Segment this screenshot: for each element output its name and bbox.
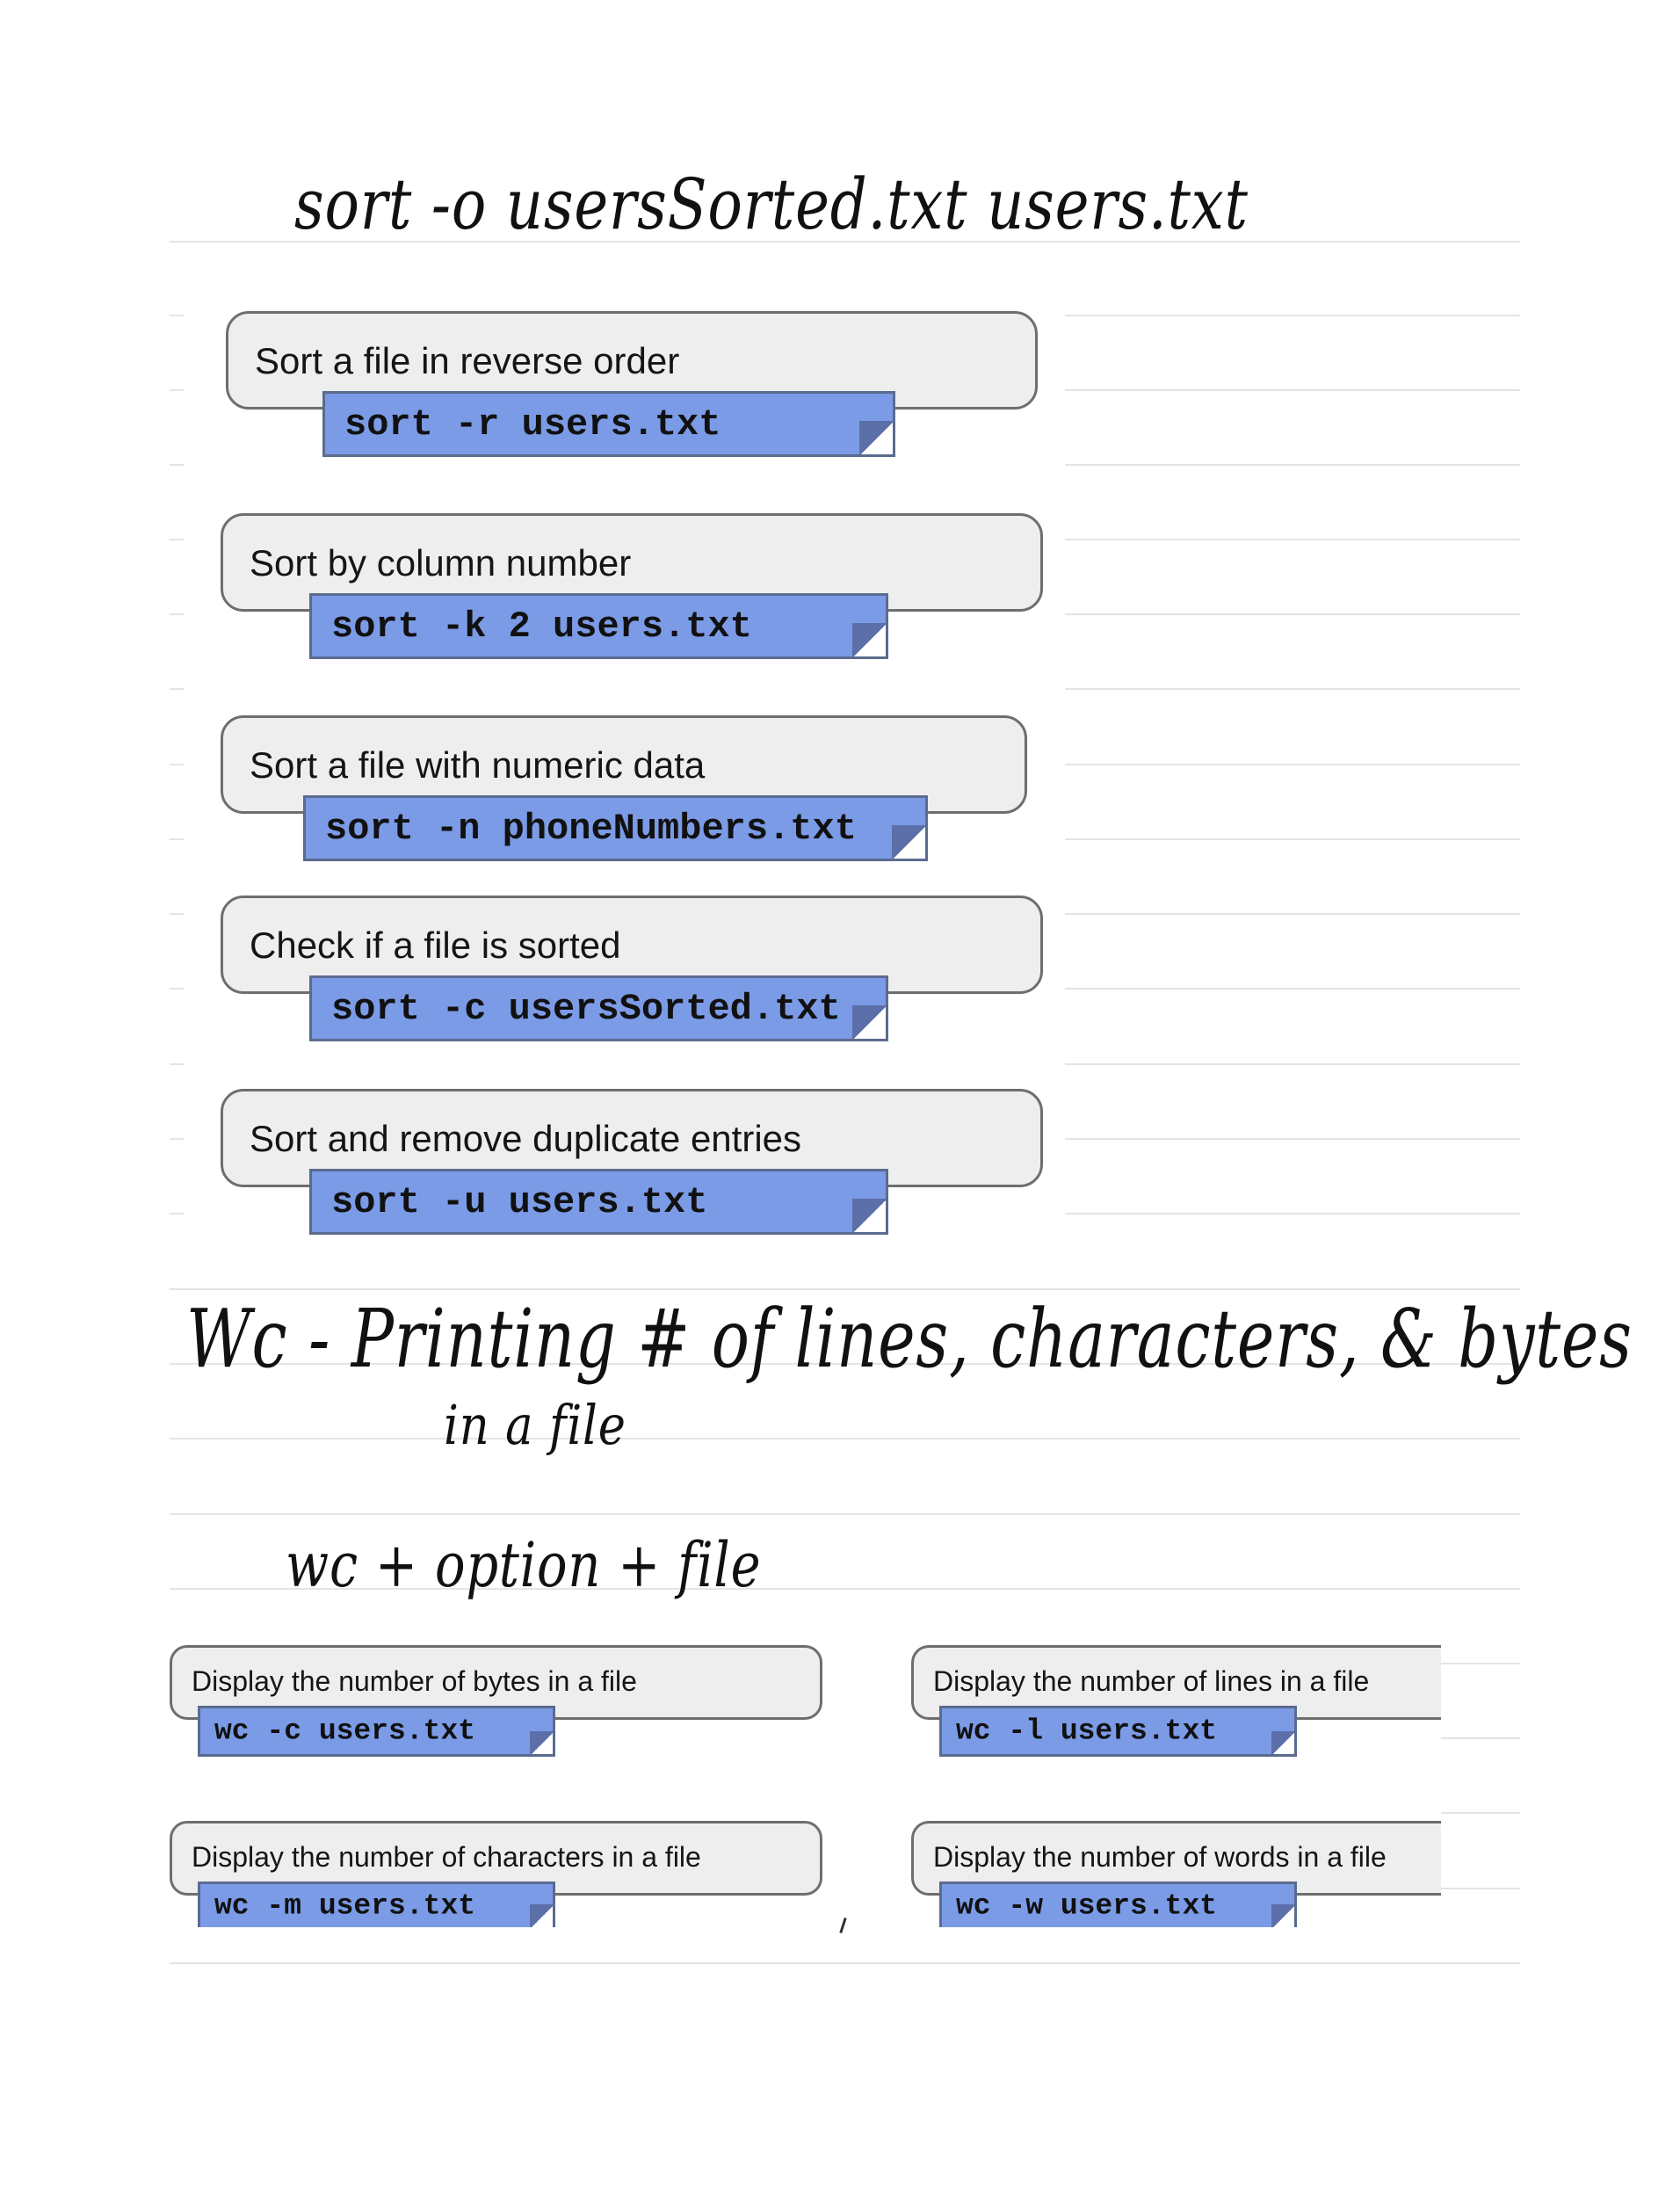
sort-command-text: sort -k 2 users.txt bbox=[331, 605, 752, 648]
ruled-line bbox=[1441, 1737, 1520, 1739]
sort-card-description: Sort and remove duplicate entries bbox=[250, 1118, 802, 1159]
folded-corner-icon bbox=[530, 1731, 553, 1754]
folded-corner-icon bbox=[852, 1005, 886, 1039]
sort-card-description: Sort by column number bbox=[250, 542, 632, 584]
wc-command-tag-bytes: wc -c users.txt bbox=[198, 1706, 555, 1757]
ruled-line bbox=[170, 1962, 1520, 1964]
folded-corner-icon bbox=[852, 1199, 886, 1232]
wc-command-text: wc -l users.txt bbox=[956, 1715, 1218, 1748]
folded-corner-icon bbox=[1271, 1731, 1294, 1754]
ruled-line bbox=[170, 1513, 1520, 1515]
folded-corner-icon bbox=[859, 421, 893, 454]
ruled-line bbox=[1065, 315, 1520, 316]
ruled-line bbox=[1065, 389, 1520, 391]
ruled-line bbox=[170, 315, 184, 316]
ruled-line bbox=[1441, 1812, 1520, 1814]
pen-stray-mark bbox=[839, 1917, 847, 1934]
wc-card-description: Display the number of lines in a file bbox=[933, 1665, 1370, 1697]
sort-command-tag-column: sort -k 2 users.txt bbox=[309, 593, 888, 659]
sort-command-text: sort -u users.txt bbox=[331, 1180, 708, 1223]
handwritten-sort-output-command: sort -o usersSorted.txt users.txt bbox=[294, 163, 1249, 245]
sort-command-tag-check: sort -c usersSorted.txt bbox=[309, 975, 888, 1041]
wc-card-description: Display the number of bytes in a file bbox=[192, 1665, 637, 1697]
ruled-line bbox=[1065, 1138, 1520, 1140]
ruled-line bbox=[1065, 688, 1520, 690]
wc-command-tag-lines: wc -l users.txt bbox=[939, 1706, 1297, 1757]
sort-card-description: Sort a file with numeric data bbox=[250, 744, 706, 786]
ruled-line bbox=[1065, 764, 1520, 765]
ruled-line bbox=[1065, 613, 1520, 615]
ruled-line bbox=[1065, 913, 1520, 915]
ruled-line bbox=[170, 913, 184, 915]
sort-command-tag-numeric: sort -n phoneNumbers.txt bbox=[303, 795, 928, 861]
ruled-line bbox=[170, 838, 184, 840]
wc-command-tag-characters: wc -m users.txt bbox=[198, 1882, 555, 1927]
sort-command-tag-reverse: sort -r users.txt bbox=[322, 391, 895, 457]
ruled-line bbox=[1065, 1063, 1520, 1065]
wc-card-description: Display the number of words in a file bbox=[933, 1841, 1387, 1873]
ruled-line bbox=[1065, 988, 1520, 990]
ruled-line bbox=[1065, 539, 1520, 540]
ruled-line bbox=[170, 1288, 1520, 1290]
ruled-line bbox=[1065, 464, 1520, 466]
sort-card-description: Sort a file in reverse order bbox=[255, 340, 680, 381]
sort-command-text: sort -c usersSorted.txt bbox=[331, 987, 841, 1030]
ruled-line bbox=[170, 464, 184, 466]
ruled-line bbox=[170, 764, 184, 765]
wc-command-text: wc -c users.txt bbox=[214, 1715, 476, 1748]
ruled-line bbox=[1065, 838, 1520, 840]
ruled-line bbox=[170, 1138, 184, 1140]
wc-card-description: Display the number of characters in a fi… bbox=[192, 1841, 701, 1873]
ruled-line bbox=[170, 1213, 184, 1215]
handwritten-wc-syntax: wc + option + file bbox=[286, 1529, 762, 1601]
wc-command-tag-words: wc -w users.txt bbox=[939, 1882, 1297, 1927]
handwritten-wc-heading-continued: in a file bbox=[444, 1393, 626, 1457]
folded-corner-icon bbox=[892, 825, 925, 859]
ruled-line bbox=[170, 539, 184, 540]
sort-command-text: sort -n phoneNumbers.txt bbox=[325, 807, 857, 850]
ruled-line bbox=[170, 688, 184, 690]
folded-corner-icon bbox=[852, 623, 886, 656]
wc-command-text: wc -m users.txt bbox=[214, 1889, 476, 1922]
ruled-line bbox=[170, 988, 184, 990]
sort-command-tag-unique: sort -u users.txt bbox=[309, 1169, 888, 1235]
sort-card-description: Check if a file is sorted bbox=[250, 924, 621, 966]
folded-corner-icon bbox=[530, 1904, 553, 1927]
ruled-line bbox=[1441, 1663, 1520, 1664]
ruled-line bbox=[170, 613, 184, 615]
wc-command-text: wc -w users.txt bbox=[956, 1889, 1218, 1922]
ruled-line bbox=[170, 1063, 184, 1065]
ruled-line bbox=[170, 1438, 1520, 1439]
sort-command-text: sort -r users.txt bbox=[344, 402, 721, 446]
handwritten-wc-heading: Wc - Printing # of lines, characters, & … bbox=[186, 1292, 1633, 1386]
ruled-line bbox=[1441, 1888, 1520, 1889]
folded-corner-icon bbox=[1271, 1904, 1294, 1927]
ruled-line bbox=[1065, 1213, 1520, 1215]
ruled-line bbox=[170, 389, 184, 391]
